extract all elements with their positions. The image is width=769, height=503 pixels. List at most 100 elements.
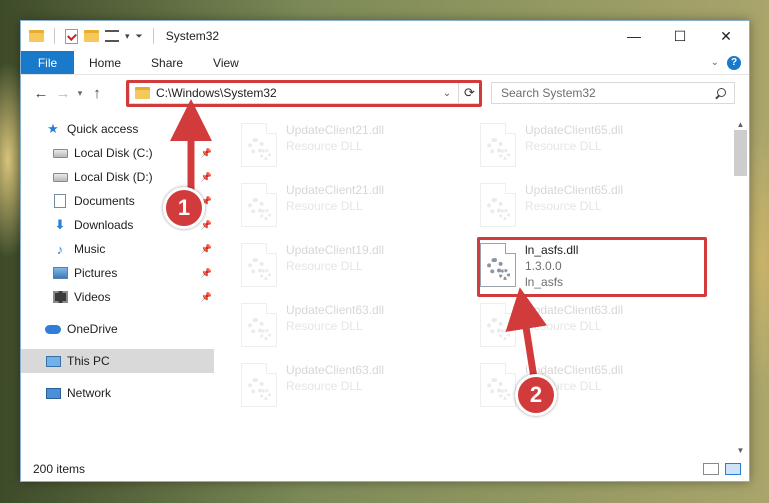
file-name: UpdateClient21.dll	[286, 183, 385, 197]
chevron-down-icon[interactable]: ▾	[125, 31, 130, 42]
vertical-scrollbar[interactable]: ▲ ▼	[732, 117, 749, 457]
sidebar-item-videos[interactable]: Videos 📌	[21, 285, 214, 309]
sidebar-item-label: Pictures	[74, 266, 118, 280]
sidebar-item-label: Network	[67, 386, 112, 400]
search-placeholder: Search System32	[501, 86, 596, 100]
file-name: UpdateClient63.dll	[525, 303, 624, 317]
toolbar-dropdown-icon[interactable]: ⏷	[136, 31, 143, 42]
ribbon-tabs: File Home Share View ⌄ ?	[21, 51, 749, 75]
drive-icon	[52, 146, 68, 160]
separator	[152, 28, 154, 44]
properties-icon[interactable]	[65, 28, 78, 44]
file-type: Resource DLL	[286, 259, 363, 273]
file-name: UpdateClient19.dll	[286, 243, 385, 257]
dll-file-icon	[241, 183, 277, 227]
dll-file-icon	[480, 123, 516, 167]
pin-icon[interactable]: 📌	[201, 148, 212, 159]
file-item[interactable]: UpdateClient65.dll Resource DLL	[480, 359, 710, 415]
sidebar-item-onedrive[interactable]: OneDrive	[21, 317, 214, 341]
downloads-icon: ⬇	[54, 217, 66, 232]
sidebar-item-this-pc[interactable]: This PC	[21, 349, 214, 373]
tab-home[interactable]: Home	[74, 51, 136, 74]
quick-access-toolbar: ▾ ⏷ System32	[21, 28, 219, 44]
forward-button[interactable]: →	[52, 85, 74, 102]
expand-ribbon-icon[interactable]: ⌄	[711, 57, 719, 68]
maximize-button[interactable]: ☐	[657, 21, 703, 51]
pin-icon[interactable]: 📌	[201, 220, 212, 231]
sidebar-item-label: This PC	[67, 354, 110, 368]
music-icon: ♪	[56, 241, 64, 257]
sidebar-item-label: Local Disk (D:)	[74, 170, 153, 184]
navigation-pane: ★ Quick access Local Disk (C:) 📌 Local D…	[21, 117, 214, 447]
scroll-up-icon[interactable]: ▲	[732, 117, 749, 131]
recent-locations-icon[interactable]: ▾	[74, 88, 86, 99]
address-row: ← → ▾ ↑ C:\Windows\System32 ⌄ ⟳ Search S…	[21, 77, 749, 109]
pin-icon[interactable]: 📌	[201, 268, 212, 279]
file-item[interactable]: UpdateClient63.dll Resource DLL	[241, 359, 471, 415]
search-input[interactable]: Search System32	[491, 82, 735, 104]
window-controls: — ☐ ✕	[611, 21, 749, 51]
file-item[interactable]: UpdateClient65.dll Resource DLL	[480, 179, 710, 235]
file-name: UpdateClient65.dll	[525, 123, 624, 137]
pin-icon[interactable]: 📌	[201, 244, 212, 255]
scrollbar-thumb[interactable]	[734, 130, 747, 176]
sidebar-item-quick-access[interactable]: ★ Quick access	[21, 117, 214, 141]
customize-icon[interactable]	[105, 30, 119, 42]
view-buttons	[703, 463, 749, 475]
back-button[interactable]: ←	[30, 85, 52, 102]
file-highlight-box	[477, 237, 707, 297]
file-name: UpdateClient63.dll	[286, 303, 385, 317]
scroll-down-icon[interactable]: ▼	[732, 443, 749, 457]
file-item[interactable]: UpdateClient19.dll Resource DLL	[241, 239, 471, 295]
file-type: Resource DLL	[525, 139, 602, 153]
file-item[interactable]: UpdateClient63.dll Resource DLL	[241, 299, 471, 355]
file-name: UpdateClient65.dll	[525, 183, 624, 197]
drive-icon	[52, 170, 68, 184]
status-bar: 200 items	[21, 457, 749, 481]
close-button[interactable]: ✕	[703, 21, 749, 51]
sidebar-item-music[interactable]: ♪ Music 📌	[21, 237, 214, 261]
item-count: 200 items	[33, 462, 86, 476]
this-pc-icon	[45, 354, 61, 368]
file-item[interactable]: UpdateClient21.dll Resource DLL	[241, 179, 471, 235]
tab-file[interactable]: File	[21, 51, 74, 74]
tab-share[interactable]: Share	[136, 51, 198, 74]
sidebar-item-local-disk-d[interactable]: Local Disk (D:) 📌	[21, 165, 214, 189]
documents-icon	[52, 194, 68, 208]
file-type: Resource DLL	[286, 319, 363, 333]
window-title: System32	[165, 29, 220, 43]
dll-file-icon	[241, 363, 277, 407]
sidebar-item-local-disk-c[interactable]: Local Disk (C:) 📌	[21, 141, 214, 165]
file-item[interactable]: UpdateClient65.dll Resource DLL	[480, 119, 710, 175]
explorer-window: ▾ ⏷ System32 — ☐ ✕ File Home Share View …	[20, 20, 750, 482]
sidebar-item-label: Music	[74, 242, 106, 256]
title-bar: ▾ ⏷ System32 — ☐ ✕	[21, 21, 749, 51]
dll-file-icon	[480, 303, 516, 347]
new-folder-icon[interactable]	[84, 30, 99, 42]
pin-icon[interactable]: 📌	[201, 292, 212, 303]
pin-icon[interactable]: 📌	[201, 172, 212, 183]
network-icon	[45, 386, 61, 400]
file-item[interactable]: UpdateClient21.dll Resource DLL	[241, 119, 471, 175]
file-name: UpdateClient21.dll	[286, 123, 385, 137]
large-icons-view-icon[interactable]	[725, 463, 741, 475]
details-view-icon[interactable]	[703, 463, 719, 475]
tab-view[interactable]: View	[198, 51, 254, 74]
dll-file-icon	[241, 303, 277, 347]
sidebar-item-label: Quick access	[67, 122, 139, 136]
sidebar-item-label: Videos	[74, 290, 111, 304]
minimize-button[interactable]: —	[611, 21, 657, 51]
up-button[interactable]: ↑	[86, 85, 108, 102]
file-item[interactable]: UpdateClient63.dll Resource DLL	[480, 299, 710, 355]
sidebar-item-label: OneDrive	[67, 322, 118, 336]
sidebar-item-pictures[interactable]: Pictures 📌	[21, 261, 214, 285]
folder-icon	[29, 30, 44, 42]
videos-icon	[52, 290, 68, 304]
file-name: UpdateClient63.dll	[286, 363, 385, 377]
dll-file-icon	[241, 123, 277, 167]
star-icon: ★	[47, 121, 59, 136]
sidebar-item-network[interactable]: Network	[21, 381, 214, 405]
dll-file-icon	[241, 243, 277, 287]
help-icon[interactable]: ?	[727, 55, 741, 70]
onedrive-icon	[45, 322, 61, 336]
